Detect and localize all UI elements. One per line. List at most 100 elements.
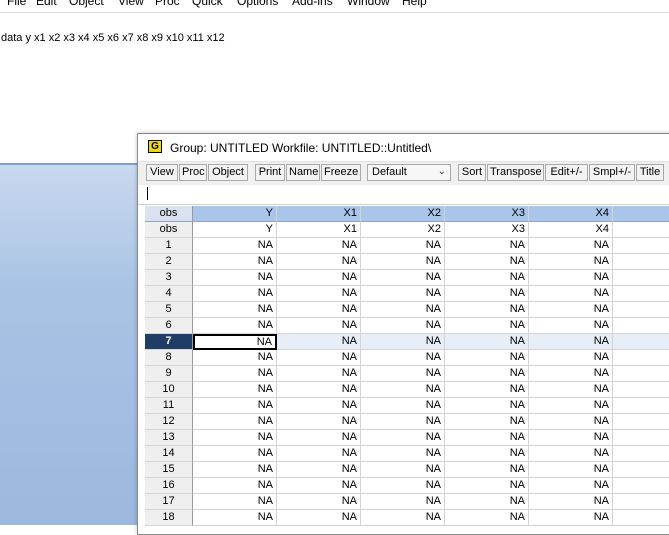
data-cell[interactable]	[613, 254, 669, 270]
row-obs-label[interactable]: 13	[145, 430, 193, 446]
row-obs-label[interactable]: 18	[145, 510, 193, 526]
data-cell[interactable]	[613, 478, 669, 494]
data-cell[interactable]: NA	[193, 302, 277, 318]
data-cell[interactable]	[613, 510, 669, 526]
data-cell[interactable]: NA	[529, 414, 613, 430]
data-cell[interactable]: NA	[445, 318, 529, 334]
data-cell[interactable]: NA	[445, 398, 529, 414]
data-cell[interactable]: NA	[277, 478, 361, 494]
data-cell[interactable]: NA	[361, 446, 445, 462]
row-obs-label[interactable]: 14	[145, 446, 193, 462]
menu-edit[interactable]: Edit	[36, 0, 57, 8]
data-cell[interactable]: NA	[529, 462, 613, 478]
proc-button[interactable]: Proc	[179, 164, 207, 181]
data-cell[interactable]: NA	[193, 478, 277, 494]
data-cell[interactable]: NA	[193, 446, 277, 462]
data-cell[interactable]	[613, 366, 669, 382]
menu-window[interactable]: Window	[347, 0, 390, 8]
data-cell[interactable]: NA	[529, 510, 613, 526]
data-cell[interactable]: NA	[277, 366, 361, 382]
data-cell[interactable]: NA	[277, 302, 361, 318]
row-obs-label[interactable]: 8	[145, 350, 193, 366]
data-cell[interactable]: NA	[277, 382, 361, 398]
data-cell[interactable]: NA	[361, 254, 445, 270]
data-cell[interactable]: NA	[529, 478, 613, 494]
header-x1[interactable]: X1	[277, 206, 361, 222]
row-obs-label[interactable]: 5	[145, 302, 193, 318]
data-cell[interactable]: NA	[193, 238, 277, 254]
data-cell[interactable]: NA	[277, 254, 361, 270]
data-cell[interactable]	[613, 414, 669, 430]
data-cell[interactable]: NA	[277, 270, 361, 286]
data-cell[interactable]: NA	[361, 270, 445, 286]
object-button[interactable]: Object	[208, 164, 248, 181]
data-cell[interactable]: NA	[529, 382, 613, 398]
menu-quick[interactable]: Quick	[192, 0, 223, 8]
data-cell[interactable]: NA	[529, 398, 613, 414]
name-row-cell[interactable]: X2	[361, 222, 445, 238]
data-cell[interactable]: NA	[445, 462, 529, 478]
header-next[interactable]	[613, 206, 669, 222]
data-cell[interactable]: NA	[361, 350, 445, 366]
command-text[interactable]: data y x1 x2 x3 x4 x5 x6 x7 x8 x9 x10 x1…	[1, 32, 225, 44]
menu-object[interactable]: Object	[69, 0, 104, 8]
row-obs-label[interactable]: 2	[145, 254, 193, 270]
data-cell[interactable]: NA	[193, 286, 277, 302]
row-obs-label[interactable]: 16	[145, 478, 193, 494]
data-cell[interactable]: NA	[361, 398, 445, 414]
row-obs-label[interactable]: 1	[145, 238, 193, 254]
data-cell[interactable]: NA	[445, 350, 529, 366]
data-cell[interactable]: NA	[193, 334, 277, 350]
data-cell[interactable]: NA	[193, 318, 277, 334]
data-cell[interactable]: NA	[445, 446, 529, 462]
data-cell[interactable]	[613, 286, 669, 302]
data-cell[interactable]: NA	[277, 318, 361, 334]
cell-edit-field[interactable]	[138, 185, 669, 205]
data-cell[interactable]: NA	[277, 430, 361, 446]
data-cell[interactable]: NA	[277, 350, 361, 366]
transpose-button[interactable]: Transpose	[487, 164, 544, 181]
name-row-obs[interactable]: obs	[145, 222, 193, 238]
header-x3[interactable]: X3	[445, 206, 529, 222]
data-cell[interactable]	[613, 398, 669, 414]
data-cell[interactable]: NA	[193, 254, 277, 270]
data-cell[interactable]: NA	[361, 494, 445, 510]
menu-help[interactable]: Help	[402, 0, 427, 8]
data-cell[interactable]: NA	[529, 430, 613, 446]
data-cell[interactable]: NA	[361, 510, 445, 526]
smpl-toggle-button[interactable]: Smpl+/-	[589, 164, 635, 181]
data-cell[interactable]: NA	[193, 366, 277, 382]
data-cell[interactable]: NA	[193, 350, 277, 366]
data-cell[interactable]: NA	[445, 302, 529, 318]
data-cell[interactable]: NA	[361, 414, 445, 430]
data-cell[interactable]	[613, 430, 669, 446]
sort-button[interactable]: Sort	[458, 164, 486, 181]
data-cell[interactable]: NA	[277, 398, 361, 414]
data-cell[interactable]: NA	[445, 510, 529, 526]
data-cell[interactable]	[613, 382, 669, 398]
menu-view[interactable]: View	[118, 0, 144, 8]
data-cell[interactable]: NA	[529, 302, 613, 318]
data-cell[interactable]: NA	[277, 334, 361, 350]
print-button[interactable]: Print	[255, 164, 285, 181]
data-cell[interactable]	[613, 302, 669, 318]
data-cell[interactable]	[613, 334, 669, 350]
display-select[interactable]: Default ⌄	[367, 164, 451, 181]
data-cell[interactable]: NA	[277, 414, 361, 430]
data-cell[interactable]: NA	[529, 366, 613, 382]
data-cell[interactable]: NA	[529, 270, 613, 286]
data-cell[interactable]	[613, 318, 669, 334]
data-cell[interactable]: NA	[529, 254, 613, 270]
header-obs[interactable]: obs	[145, 206, 193, 222]
row-obs-label[interactable]: 11	[145, 398, 193, 414]
view-button[interactable]: View	[146, 164, 178, 181]
header-x2[interactable]: X2	[361, 206, 445, 222]
data-cell[interactable]: NA	[193, 430, 277, 446]
data-cell[interactable]: NA	[277, 286, 361, 302]
data-cell[interactable]: NA	[361, 318, 445, 334]
data-cell[interactable]: NA	[529, 238, 613, 254]
data-cell[interactable]: NA	[277, 446, 361, 462]
data-cell[interactable]: NA	[529, 494, 613, 510]
data-cell[interactable]: NA	[445, 430, 529, 446]
title-button[interactable]: Title	[636, 164, 664, 181]
